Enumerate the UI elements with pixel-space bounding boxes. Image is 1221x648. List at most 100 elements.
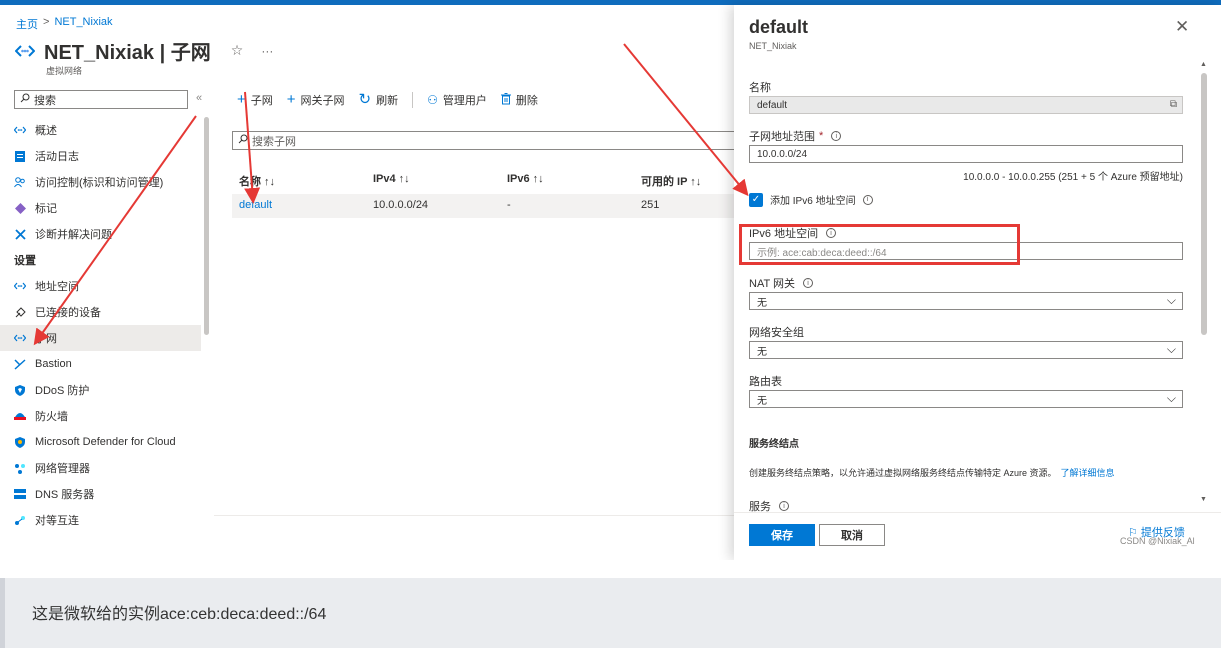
nat-gateway-value: 无 [757, 297, 767, 309]
close-icon[interactable]: ✕ [1175, 17, 1189, 37]
learn-more-link[interactable]: 了解详细信息 [1061, 468, 1115, 478]
sidebar-item-label: 诊断并解决问题 [35, 229, 112, 241]
sidebar-item-settings-3[interactable]: Bastion [0, 351, 201, 377]
azure-portal-window: 主页 > NET_Nixiak NET_Nixiak | 子网 ☆ ··· 虚拟… [0, 0, 1221, 560]
network-icon [14, 280, 26, 292]
sidebar-item-settings-4[interactable]: DDoS 防护 [0, 377, 201, 403]
add-subnet-button[interactable]: + 子网 [237, 92, 273, 108]
manage-users-label: 管理用户 [442, 95, 487, 107]
service-endpoints-title: 服务终结点 [749, 439, 799, 450]
log-icon [14, 150, 26, 162]
trash-icon [500, 93, 511, 107]
refresh-button[interactable]: ↻ 刷新 [359, 92, 399, 108]
sidebar-item-label: 访问控制(标识和访问管理) [35, 177, 164, 189]
wrench-icon [14, 228, 26, 240]
info-icon[interactable]: i [862, 194, 873, 205]
breadcrumb: 主页 > NET_Nixiak [16, 16, 113, 32]
sidebar-search-input[interactable]: 搜索 [14, 90, 188, 109]
panel-scrollbar[interactable] [1201, 73, 1207, 335]
sidebar-item-label: 活动日志 [35, 151, 79, 163]
sidebar-item-settings-2[interactable]: 子网 [0, 325, 201, 351]
more-options-button[interactable]: ··· [261, 44, 273, 58]
add-ipv6-checkbox[interactable]: ✓ 添加 IPv6 地址空间 i [749, 192, 873, 207]
sidebar-item-label: 网络管理器 [35, 463, 90, 475]
breadcrumb-home-link[interactable]: 主页 [16, 16, 38, 32]
sidebar-item-label: 对等互连 [35, 515, 79, 527]
column-header-ipv4[interactable]: IPv4 ↑↓ [373, 173, 410, 185]
dns-icon [14, 488, 26, 500]
name-label: 名称 [749, 82, 771, 94]
sidebar-scrollbar[interactable] [204, 117, 209, 335]
panel-scroll-down-arrow[interactable]: ▼ [1200, 496, 1207, 503]
manager-icon [14, 462, 26, 474]
sidebar-item-settings-8[interactable]: DNS 服务器 [0, 481, 201, 507]
subnet-name-link[interactable]: default [239, 199, 272, 211]
sidebar-item-settings-0[interactable]: 地址空间 [0, 273, 201, 299]
sidebar-menu: 概述活动日志访问控制(标识和访问管理) 标记诊断并解决问题 设置 地址空间已连接的… [0, 117, 201, 533]
sidebar-item-settings-1[interactable]: 已连接的设备 [0, 299, 201, 325]
page-title: NET_Nixiak | 子网 [44, 42, 211, 64]
network-icon [14, 124, 26, 136]
network-icon [14, 332, 26, 344]
sidebar-item-label: 标记 [35, 203, 57, 215]
sidebar-item-label: 已连接的设备 [35, 307, 101, 319]
info-icon[interactable]: i [803, 278, 814, 288]
subnet-range-value: 10.0.0.0/24 [757, 148, 808, 160]
column-header-name[interactable]: 名称 ↑↓ [239, 173, 275, 189]
info-icon[interactable]: i [831, 131, 842, 141]
nat-gateway-select[interactable]: 无 ⌵ [749, 292, 1183, 310]
sidebar-item-top-2[interactable]: 访问控制(标识和访问管理) [0, 169, 201, 195]
add-gateway-subnet-button[interactable]: + 网关子网 [287, 92, 345, 108]
page-subtitle: 虚拟网络 [46, 66, 83, 76]
subnet-search-input[interactable]: 搜索子网 [232, 131, 742, 150]
cancel-button[interactable]: 取消 [819, 524, 885, 546]
peering-icon [14, 514, 26, 526]
tag-icon [14, 202, 26, 214]
sidebar-item-top-1[interactable]: 活动日志 [0, 143, 201, 169]
delete-button[interactable]: 删除 [500, 92, 538, 108]
route-table-select[interactable]: 无 ⌵ [749, 390, 1183, 408]
chevron-down-icon: ⌵ [1166, 293, 1176, 307]
sidebar-item-settings-7[interactable]: 网络管理器 [0, 455, 201, 481]
save-button[interactable]: 保存 [749, 524, 815, 546]
ipv6-range-input[interactable]: 示例: ace:cab:deca:deed::/64 [749, 242, 1183, 260]
info-icon[interactable]: i [826, 228, 837, 238]
page-header: NET_Nixiak | 子网 ☆ ··· [14, 36, 273, 65]
toolbar-divider [412, 92, 414, 108]
column-header-ipv6[interactable]: IPv6 ↑↓ [507, 173, 544, 185]
nsg-value: 无 [757, 346, 767, 358]
refresh-icon: ↻ [358, 91, 372, 108]
ipv6-range-placeholder: 示例: ace:cab:deca:deed::/64 [757, 247, 887, 259]
panel-scroll-up-arrow[interactable]: ▲ [1200, 61, 1207, 68]
watermark: CSDN @Nixiak_Al [1120, 536, 1195, 546]
search-icon [20, 93, 30, 106]
subnet-ipv6-cell: - [507, 199, 511, 211]
caption-text: 这是微软给的实例ace:ceb:deca:deed::/64 [32, 606, 327, 623]
manage-users-button[interactable]: ⚇ 管理用户 [427, 92, 487, 108]
sidebar-item-top-4[interactable]: 诊断并解决问题 [0, 221, 201, 247]
star-icon[interactable]: ☆ [231, 42, 244, 59]
ipv6-range-label: IPv6 地址空间 i [749, 225, 837, 241]
subnet-available-ip-cell: 251 [641, 199, 660, 211]
name-field: default ⧉ [749, 96, 1183, 114]
info-icon[interactable]: i [779, 501, 789, 511]
subnet-range-input[interactable]: 10.0.0.0/24 [749, 145, 1183, 163]
sidebar-item-settings-9[interactable]: 对等互连 [0, 507, 201, 533]
sidebar-item-settings-5[interactable]: 防火墙 [0, 403, 201, 429]
sidebar-item-label: Bastion [35, 358, 72, 370]
nsg-select[interactable]: 无 ⌵ [749, 341, 1183, 359]
panel-title: default [749, 17, 809, 37]
column-header-available-ip[interactable]: 可用的 IP ↑↓ [641, 173, 701, 189]
firewall-icon [14, 410, 26, 422]
collapse-sidebar-button[interactable]: « [196, 92, 202, 104]
sidebar-item-settings-6[interactable]: Microsoft Defender for Cloud [0, 429, 201, 455]
sidebar-item-top-0[interactable]: 概述 [0, 117, 201, 143]
bastion-icon [14, 358, 26, 370]
table-row[interactable]: default 10.0.0.0/24 - 251 [232, 194, 742, 218]
sidebar-section-settings: 设置 [14, 255, 36, 267]
copy-icon[interactable]: ⧉ [1170, 99, 1177, 110]
sidebar-item-top-3[interactable]: 标记 [0, 195, 201, 221]
breadcrumb-current-link[interactable]: NET_Nixiak [54, 16, 112, 32]
sidebar-item-label: 概述 [35, 125, 57, 137]
subnet-ipv4-cell: 10.0.0.0/24 [373, 199, 429, 211]
